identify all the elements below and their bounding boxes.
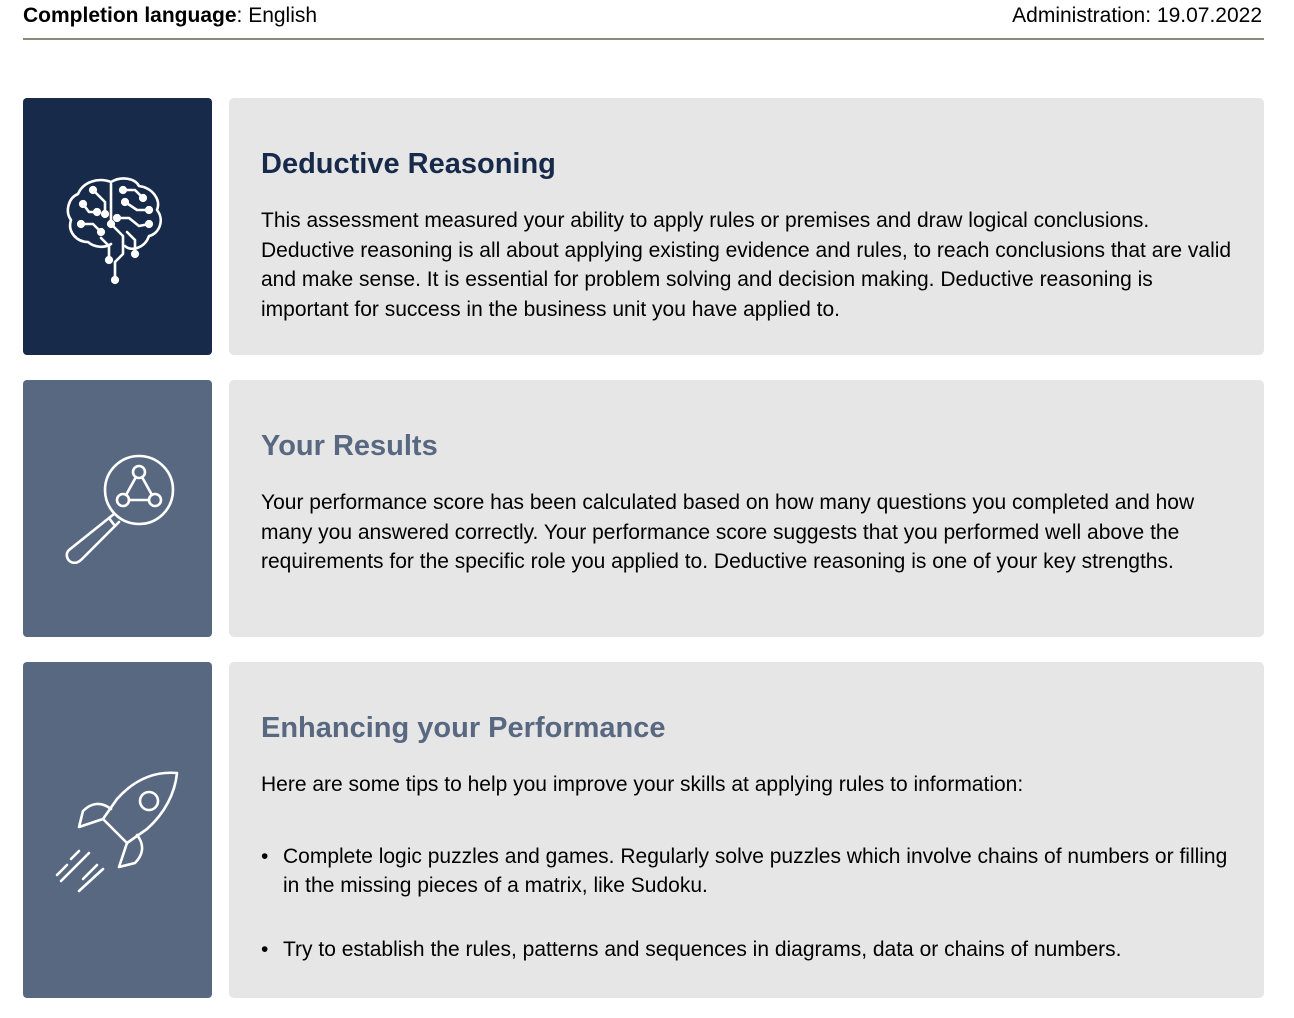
section-body: Your performance score has been calculat… <box>261 491 1195 574</box>
brain-circuit-icon <box>66 176 162 284</box>
section-enhancing-performance: Enhancing your Performance Here are some… <box>23 662 1264 998</box>
bullet: • <box>261 844 269 868</box>
administration-value: 19.07.2022 <box>1156 4 1262 27</box>
section-icon-box <box>23 98 212 355</box>
section-content: Deductive Reasoning This assessment meas… <box>229 98 1264 355</box>
completion-language-label: Completion language <box>23 4 237 27</box>
list-item: • Complete logic puzzles and games. Regul… <box>261 842 1232 901</box>
report-header: Completion language: English Administrat… <box>23 0 1264 40</box>
section-your-results: Your Results Your performance score has … <box>23 380 1264 637</box>
section-content: Enhancing your Performance Here are some… <box>229 662 1264 998</box>
section-title: Deductive Reasoning <box>261 148 556 180</box>
list-item: • Try to establish the rules, patterns an… <box>261 935 1232 965</box>
administration-label: Administration <box>1012 4 1146 27</box>
magnifier-network-icon <box>65 454 174 564</box>
completion-language-value: English <box>248 4 318 27</box>
completion-language: Completion language: English <box>23 4 318 27</box>
section-deductive-reasoning: Deductive Reasoning This assessment meas… <box>23 98 1264 355</box>
administration-date: Administration: 19.07.2022 <box>1012 4 1262 27</box>
section-body: This assessment measured your ability to… <box>261 209 1232 322</box>
tip-text: Complete logic puzzles and games. Regula… <box>283 844 1228 898</box>
section-icon-box <box>23 380 212 637</box>
bullet: • <box>261 938 269 962</box>
tips-list: • Complete logic puzzles and games. Regul… <box>261 842 1232 965</box>
rocket-icon <box>55 771 178 893</box>
section-content: Your Results Your performance score has … <box>229 380 1264 637</box>
section-title: Your Results <box>261 430 438 462</box>
section-icon-box <box>23 662 212 998</box>
section-body: Here are some tips to help you improve y… <box>261 773 1024 796</box>
section-title: Enhancing your Performance <box>261 712 666 744</box>
tip-text: Try to establish the rules, patterns and… <box>283 938 1122 962</box>
